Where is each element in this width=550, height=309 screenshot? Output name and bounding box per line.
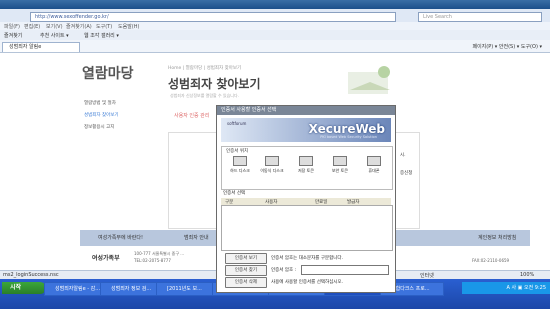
delete-cert-button[interactable]: 인증서 삭제 <box>225 277 267 288</box>
page-title: 성범죄자 찾아보기 <box>168 77 261 91</box>
phone-icon <box>367 156 381 166</box>
tab-bar: 성범죄자 알림e 페이지(P) ▾ 안전(S) ▾ 도구(O) ▾ <box>0 40 550 53</box>
taskbar-button[interactable]: [2011년도 보... <box>156 282 220 296</box>
menu-bar: 파일(F) 편집(E) 보기(V) 즐겨찾기(A) 도구(T) 도움말(H) <box>0 22 550 30</box>
location-removable[interactable]: 이동식 디스크 <box>258 156 286 174</box>
zoom-level[interactable]: 100% <box>520 272 534 278</box>
certificate-dialog: 인증서 사용할 인증서 선택 softforum XecureWeb PKI b… <box>216 105 396 293</box>
footer-link[interactable]: 여성가족부에 바란다! <box>98 234 143 241</box>
footer-logo: 여성가족부 <box>92 255 120 262</box>
footer-tel: TEL:02-2075-8777 <box>134 258 171 263</box>
security-token-icon <box>333 156 347 166</box>
left-nav-item[interactable]: 열람방법 및 절차 <box>84 100 116 106</box>
window-title-bar <box>0 0 550 9</box>
hard-disk-icon <box>233 156 247 166</box>
page-menu[interactable]: 페이지(P) ▾ <box>472 44 497 50</box>
notice-text: 사용자 인증 관리 <box>174 113 210 119</box>
footer-link[interactable]: 계인정보 처리방침 <box>478 234 516 241</box>
command-bar: 페이지(P) ▾ 안전(S) ▾ 도구(O) ▾ <box>472 43 542 50</box>
location-label: 인증서 위치 <box>226 149 249 154</box>
side-text: 시. <box>400 153 406 158</box>
menu-tools[interactable]: 도구(T) <box>96 23 112 30</box>
left-nav-item[interactable]: 정보활용시 고지 <box>84 124 114 130</box>
footer-fax: FAX:02-2110-0659 <box>472 258 510 263</box>
status-zone: 인터넷 <box>420 273 434 279</box>
brand-banner: softforum XecureWeb PKI based Web Securi… <box>221 118 391 142</box>
password-label: 인증서 암호 : <box>271 268 297 273</box>
menu-favorites[interactable]: 즐겨찾기(A) <box>66 23 92 30</box>
password-hint: 인증서 암호는 대소문자를 구분합니다. <box>271 256 343 261</box>
cert-list-label: 인증서 선택 <box>223 191 246 196</box>
location-security-token[interactable]: 보안 토큰 <box>326 156 354 174</box>
address-bar: http://www.sexoffender.go.kr/ Live Searc… <box>0 9 550 23</box>
brand-small: softforum <box>227 121 247 126</box>
status-text: ms2_loginSuccess.nsc <box>3 272 59 278</box>
footer-link[interactable]: 범죄자 안내 <box>184 234 209 241</box>
location-group: 인증서 위치 하드 디스크 이동식 디스크 저장 토큰 보안 토큰 휴대폰 <box>221 146 393 190</box>
left-nav-item-active[interactable]: 성범죄자 찾아보기 <box>84 112 119 118</box>
footer-address: 100-777 서울특별시 중구 ... <box>134 251 185 256</box>
start-button[interactable]: 시작 <box>2 282 46 294</box>
side-text: 증신청 <box>400 171 413 176</box>
tools-menu[interactable]: 도구(O) ▾ <box>521 44 542 50</box>
cert-list[interactable] <box>221 205 393 251</box>
url-input[interactable]: http://www.sexoffender.go.kr/ <box>30 12 396 22</box>
search-input[interactable]: Live Search <box>418 12 542 22</box>
browser-tab[interactable]: 성범죄자 알림e <box>2 42 80 52</box>
fav-item[interactable]: 추천 사이트 ▾ <box>40 32 69 39</box>
brand-tagline: PKI based Web Security Solution <box>320 135 377 139</box>
book-illustration <box>348 66 390 94</box>
menu-file[interactable]: 파일(F) <box>4 23 20 30</box>
taskbar-button[interactable]: 성범죄자알림e - 감... <box>44 282 108 296</box>
password-input[interactable] <box>301 265 389 275</box>
fav-item[interactable]: 웹 조각 갤러리 ▾ <box>84 32 119 39</box>
safety-menu[interactable]: 안전(S) ▾ <box>499 44 519 50</box>
breadcrumb: Home | 열람마당 | 성범죄자 찾아보기 <box>168 66 242 71</box>
menu-view[interactable]: 보기(V) <box>46 23 63 30</box>
brand-logo: XecureWeb <box>308 122 385 136</box>
token-icon <box>299 156 313 166</box>
section-title: 열람마당 <box>82 66 134 82</box>
select-cert-message: 사용에 사용할 인증서를 선택하십시오. <box>271 280 343 285</box>
usb-icon <box>265 156 279 166</box>
menu-help[interactable]: 도움말(H) <box>118 23 139 30</box>
system-tray[interactable]: A 사 ▣ 오전 9:25 <box>462 282 550 294</box>
location-phone[interactable]: 휴대폰 <box>360 156 388 174</box>
view-cert-button[interactable]: 인증서 보기 <box>225 253 267 264</box>
location-hard-disk[interactable]: 하드 디스크 <box>226 156 254 174</box>
location-save-token[interactable]: 저장 토큰 <box>292 156 320 174</box>
menu-edit[interactable]: 편집(E) <box>24 23 40 30</box>
taskbar-button[interactable]: 성범죄자 정보 검... <box>100 282 164 296</box>
dialog-title: 인증서 사용할 인증서 선택 <box>217 106 395 115</box>
find-cert-button[interactable]: 인증서 찾기 <box>225 265 267 276</box>
page-subtitle: 성범죄자 신상정보를 열람할 수 있습니다. <box>170 93 239 98</box>
favorites-button[interactable]: 즐겨찾기 <box>4 32 22 39</box>
